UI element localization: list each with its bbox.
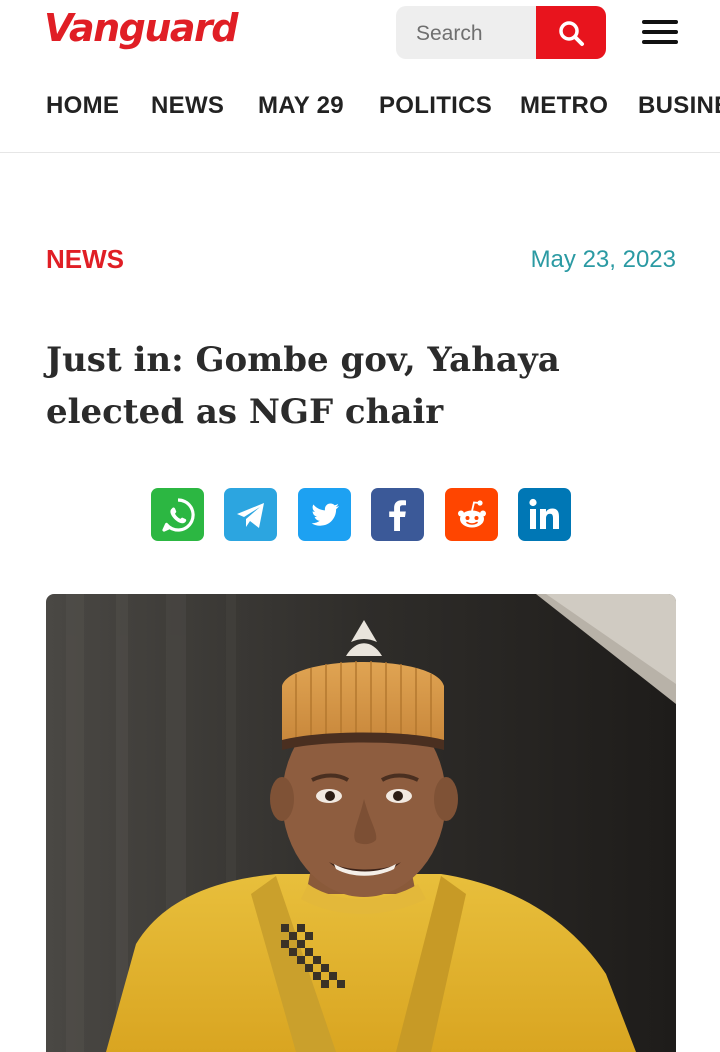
share-telegram-button[interactable] <box>224 488 277 541</box>
article-date: May 23, 2023 <box>530 246 676 273</box>
share-twitter-button[interactable] <box>298 488 351 541</box>
article-category[interactable]: NEWS <box>46 244 124 275</box>
facebook-icon <box>388 499 406 531</box>
twitter-icon <box>311 503 339 526</box>
nav-item-news[interactable]: NEWS <box>151 92 224 120</box>
whatsapp-icon <box>161 497 195 532</box>
portrait-image <box>46 594 676 1052</box>
search-box[interactable] <box>396 6 538 61</box>
search-icon <box>559 20 584 46</box>
nav-item-business[interactable]: BUSINESS <box>638 92 720 120</box>
menu-icon-bar <box>642 40 678 44</box>
search-input[interactable] <box>396 6 538 61</box>
share-reddit-button[interactable] <box>445 488 498 541</box>
nav-item-metro[interactable]: METRO <box>520 92 608 120</box>
share-linkedin-button[interactable] <box>518 488 571 541</box>
nav-item-may-29[interactable]: MAY 29 <box>258 92 344 120</box>
menu-icon-bar <box>642 20 678 24</box>
article-photo <box>46 594 676 1052</box>
article-title: Just in: Gombe gov, Yahaya elected as NG… <box>46 340 560 432</box>
share-facebook-button[interactable] <box>371 488 424 541</box>
nav-item-home[interactable]: HOME <box>46 92 119 120</box>
nav-item-politics[interactable]: POLITICS <box>379 92 492 120</box>
reddit-icon <box>457 499 486 527</box>
site-header: Vanguard HOME NEWS MAY 29 POLITICS METRO… <box>0 0 720 153</box>
search-button[interactable] <box>536 6 606 59</box>
main-nav: HOME NEWS MAY 29 POLITICS METRO BUSINESS <box>0 92 720 138</box>
menu-icon-bar <box>642 30 678 34</box>
linkedin-icon <box>528 498 559 529</box>
vanguard-logo[interactable]: Vanguard <box>44 6 239 50</box>
telegram-icon <box>236 502 264 528</box>
hamburger-menu-button[interactable] <box>642 20 678 46</box>
share-whatsapp-button[interactable] <box>151 488 204 541</box>
